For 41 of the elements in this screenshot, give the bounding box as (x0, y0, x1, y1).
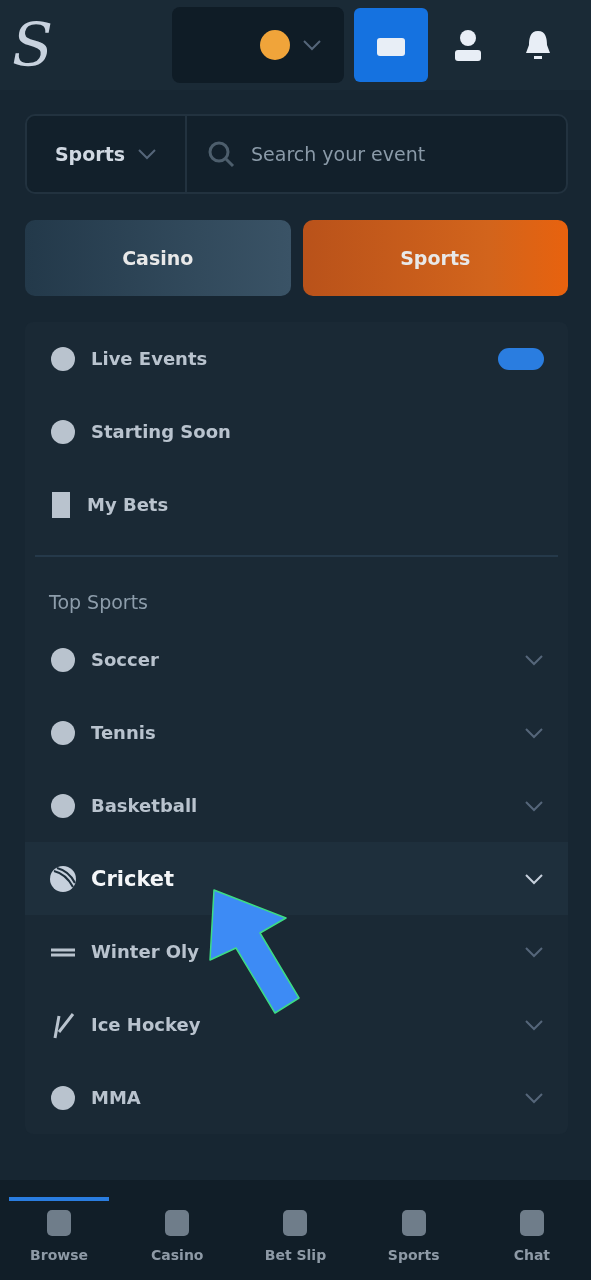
section-heading: Top Sports (48, 590, 149, 615)
nav-item[interactable]: Chat (481, 1196, 582, 1264)
user-icon (452, 28, 484, 62)
chevron-icon (524, 1018, 544, 1031)
logo[interactable]: S (12, 15, 162, 75)
cricket-ball-icon (49, 864, 77, 893)
wallet-button[interactable] (354, 8, 428, 82)
bell-icon (523, 29, 553, 61)
menu-item[interactable]: Starting Soon (25, 395, 568, 468)
circle-icon (49, 417, 77, 446)
ball-icon (49, 791, 77, 820)
chevron-icon (302, 39, 322, 51)
ball-icon (49, 718, 77, 747)
sport-item[interactable]: MMA (25, 1061, 568, 1134)
sport-item[interactable]: Tennis (25, 696, 568, 769)
menu-item[interactable]: Live Events (25, 322, 568, 395)
nav-item[interactable]: Casino (127, 1196, 228, 1264)
search-field[interactable]: Search your event (249, 142, 566, 166)
chevron-icon (524, 1091, 544, 1104)
coin-icon (260, 30, 290, 60)
sport-item[interactable]: Ice Hockey (25, 988, 568, 1061)
sport-item[interactable]: Soccer (25, 623, 568, 696)
ball-icon (49, 1083, 77, 1112)
chevron-icon (137, 148, 158, 160)
tab[interactable]: Casino (25, 220, 291, 296)
chevron-icon (524, 872, 544, 885)
nav-item[interactable]: Browse (9, 1196, 110, 1264)
wallet-selector[interactable] (172, 7, 344, 83)
sport-item[interactable]: Winter Oly (25, 915, 568, 988)
chevron-icon (524, 799, 544, 812)
search-icon (207, 140, 235, 168)
menu-item[interactable]: My Bets (25, 468, 568, 541)
sport-item[interactable]: Cricket (25, 842, 568, 915)
chevron-icon (524, 726, 544, 739)
chevron-icon (524, 653, 544, 666)
sport-item[interactable]: Basketball (25, 769, 568, 842)
nav-item[interactable]: Sports (363, 1196, 464, 1264)
ball-icon (49, 645, 77, 674)
nav-item[interactable]: Bet Slip (245, 1196, 346, 1264)
chevron-icon (524, 945, 544, 958)
circle-icon (49, 344, 77, 373)
